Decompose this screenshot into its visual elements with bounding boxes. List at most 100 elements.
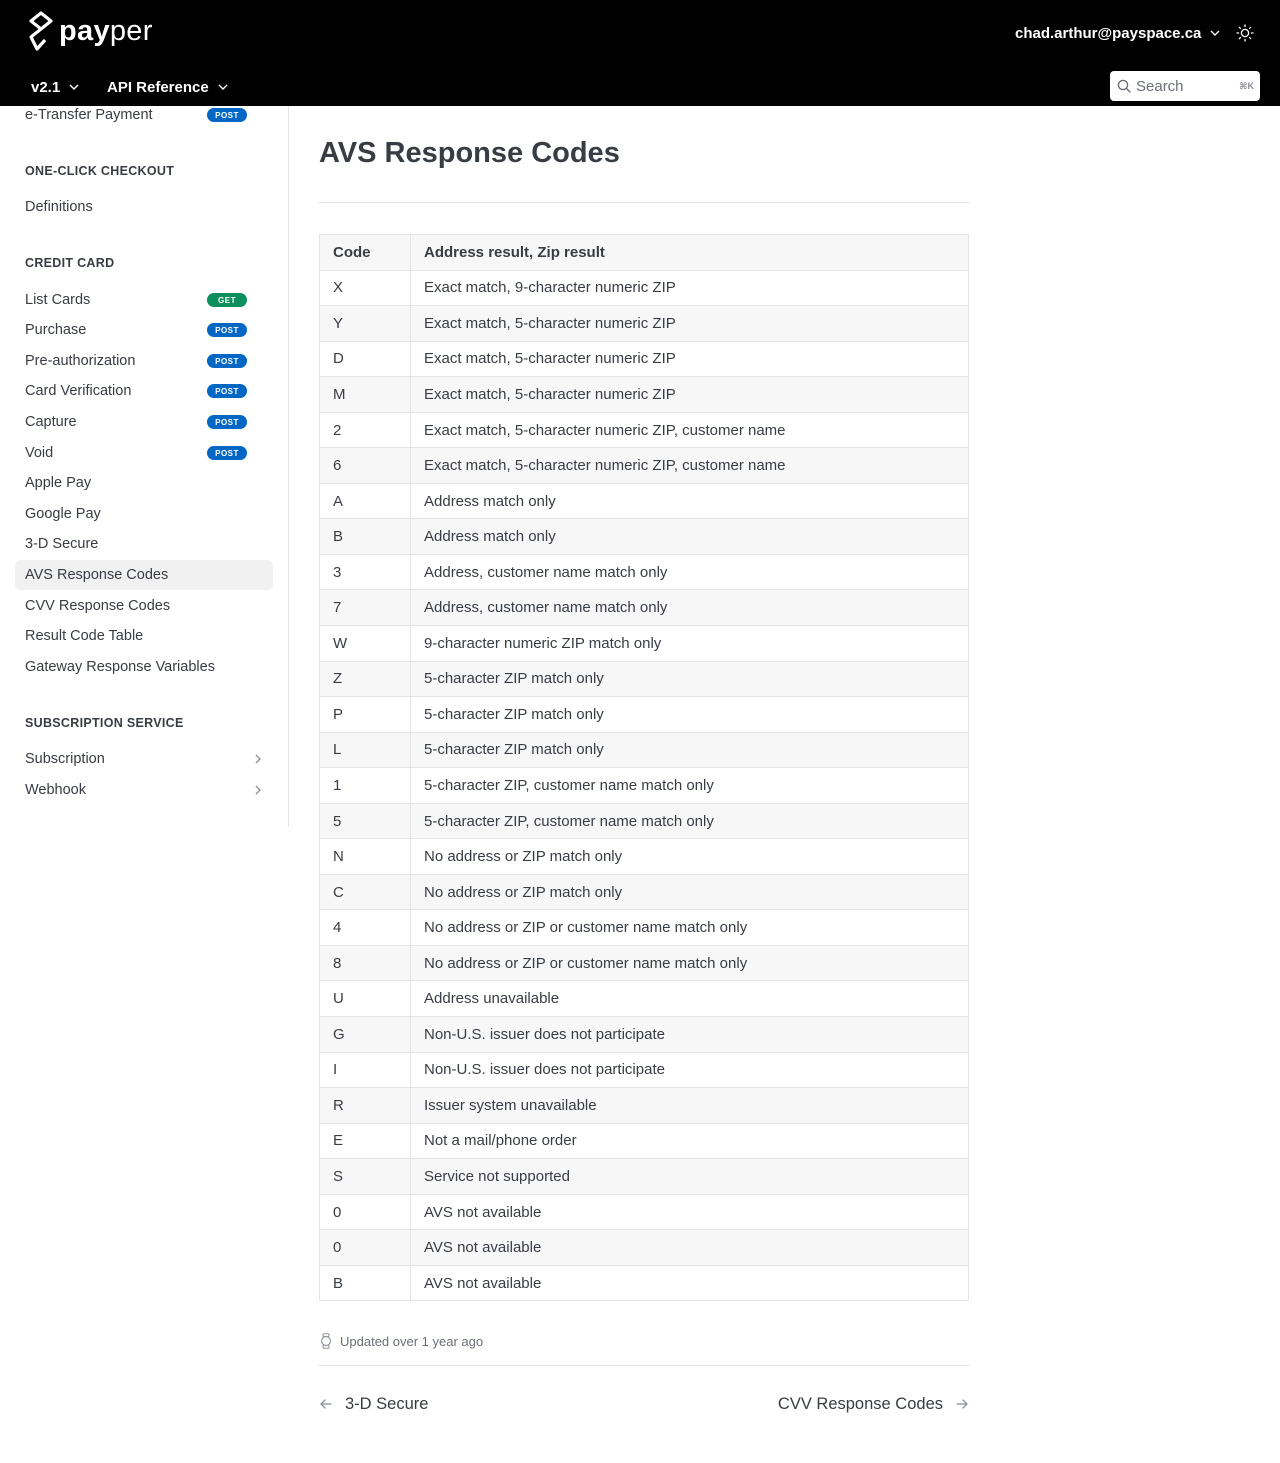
chevron-down-icon bbox=[69, 84, 79, 90]
brand-logo[interactable]: payper bbox=[25, 10, 153, 52]
search-box[interactable]: ⌘K bbox=[1110, 71, 1260, 101]
result-cell: 5-character ZIP match only bbox=[410, 660, 969, 698]
arrow-right-icon bbox=[956, 1399, 968, 1409]
last-updated: Updated over 1 year ago bbox=[319, 1333, 483, 1349]
result-cell: 5-character ZIP, customer name match onl… bbox=[410, 802, 969, 840]
footer-divider bbox=[319, 1365, 969, 1366]
sidebar-item-purchase[interactable]: Purchase POST bbox=[15, 315, 273, 345]
sidebar-item-capture[interactable]: Capture POST bbox=[15, 407, 273, 437]
sun-icon[interactable] bbox=[1236, 24, 1254, 42]
table-row: S Service not supported bbox=[319, 1158, 969, 1195]
code-cell: D bbox=[319, 340, 411, 378]
brand-name: payper bbox=[59, 14, 153, 47]
result-cell: No address or ZIP or customer name match… bbox=[410, 944, 969, 982]
api-reference-label: API Reference bbox=[107, 78, 209, 96]
table-row: L 5-character ZIP match only bbox=[319, 731, 969, 769]
code-cell: 5 bbox=[319, 802, 411, 840]
section-title-one-click-checkout: ONE-CLICK CHECKOUT bbox=[25, 164, 175, 178]
sidebar-item-label: CVV Response Codes bbox=[25, 598, 171, 614]
sidebar-nav: e-Transfer Payment POST ONE-CLICK CHECKO… bbox=[0, 106, 289, 827]
chevron-right-icon bbox=[255, 785, 261, 795]
sidebar-item-pre-authorization[interactable]: Pre-authorization POST bbox=[15, 346, 273, 376]
version-dropdown[interactable]: v2.1 bbox=[31, 76, 79, 98]
table-row: D Exact match, 5-character numeric ZIP bbox=[319, 340, 969, 378]
sidebar-item-e-transfer-payment[interactable]: e-Transfer Payment POST bbox=[15, 100, 273, 130]
sidebar-item-cvv-response-codes[interactable]: CVV Response Codes bbox=[15, 591, 273, 621]
code-cell: G bbox=[319, 1016, 411, 1053]
section-title-subscription-service: SUBSCRIPTION SERVICE bbox=[25, 716, 184, 730]
sidebar-item-apple-pay[interactable]: Apple Pay bbox=[15, 468, 273, 498]
code-cell: S bbox=[319, 1158, 411, 1195]
previous-page-link[interactable]: 3-D Secure bbox=[319, 1393, 428, 1415]
sidebar-item-result-code-table[interactable]: Result Code Table bbox=[15, 621, 273, 651]
result-cell: Exact match, 5-character numeric ZIP bbox=[410, 376, 969, 413]
sidebar-item-3-d-secure[interactable]: 3-D Secure bbox=[15, 529, 273, 559]
table-row: A Address match only bbox=[319, 482, 969, 520]
table-row: Z 5-character ZIP match only bbox=[319, 660, 969, 698]
sidebar-item-definitions[interactable]: Definitions bbox=[15, 192, 273, 222]
arrow-left-icon bbox=[320, 1399, 332, 1409]
code-cell: Z bbox=[319, 660, 411, 698]
sidebar-item-void[interactable]: Void POST bbox=[15, 438, 273, 468]
sidebar-item-card-verification[interactable]: Card Verification POST bbox=[15, 376, 273, 406]
sidebar-item-subscription[interactable]: Subscription bbox=[15, 744, 273, 774]
result-cell: Exact match, 5-character numeric ZIP, cu… bbox=[410, 411, 969, 449]
sidebar-item-webhook[interactable]: Webhook bbox=[15, 775, 273, 805]
table-row: X Exact match, 9-character numeric ZIP bbox=[319, 269, 969, 307]
previous-page-label: 3-D Secure bbox=[345, 1394, 429, 1413]
table-row: 1 5-character ZIP, customer name match on… bbox=[319, 767, 969, 804]
next-page-link[interactable]: CVV Response Codes bbox=[778, 1393, 969, 1415]
sidebar-item-label: Pre-authorization bbox=[25, 353, 136, 369]
sidebar-item-label: Result Code Table bbox=[25, 628, 144, 644]
column-header-code: Code bbox=[319, 234, 411, 271]
code-cell: 6 bbox=[319, 447, 411, 484]
sidebar-item-label: Apple Pay bbox=[25, 475, 92, 491]
code-cell: P bbox=[319, 696, 411, 733]
result-cell: No address or ZIP or customer name match… bbox=[410, 909, 969, 946]
result-cell: Service not supported bbox=[410, 1158, 969, 1195]
code-cell: C bbox=[319, 873, 411, 911]
column-header-result: Address result, Zip result bbox=[410, 234, 969, 271]
post-badge: POST bbox=[207, 323, 247, 337]
sidebar-item-google-pay[interactable]: Google Pay bbox=[15, 499, 273, 529]
code-cell: B bbox=[319, 1264, 411, 1302]
post-badge: POST bbox=[207, 108, 247, 122]
table-row: 7 Address, customer name match only bbox=[319, 589, 969, 627]
result-cell: 9-character numeric ZIP match only bbox=[410, 625, 969, 662]
result-cell: Exact match, 9-character numeric ZIP bbox=[410, 269, 969, 307]
result-cell: Non-U.S. issuer does not participate bbox=[410, 1051, 969, 1089]
page-title: AVS Response Codes bbox=[319, 137, 620, 169]
version-label: v2.1 bbox=[31, 78, 61, 96]
result-cell: Address match only bbox=[410, 518, 969, 555]
result-cell: Address unavailable bbox=[410, 980, 969, 1018]
avs-codes-table: Code Address result, Zip result X Exact m… bbox=[319, 234, 969, 1302]
get-badge: GET bbox=[207, 293, 247, 307]
table-row: B Address match only bbox=[319, 518, 969, 555]
sidebar-item-label: AVS Response Codes bbox=[25, 567, 169, 583]
user-menu[interactable]: chad.arthur@payspace.ca bbox=[1015, 22, 1220, 44]
search-icon bbox=[1117, 79, 1131, 93]
sidebar-item-list-cards[interactable]: List Cards GET bbox=[15, 285, 273, 315]
sidebar-item-gateway-response-variables[interactable]: Gateway Response Variables bbox=[15, 652, 273, 682]
table-row: I Non-U.S. issuer does not participate bbox=[319, 1051, 969, 1089]
result-cell: Not a mail/phone order bbox=[410, 1122, 969, 1160]
result-cell: 5-character ZIP match only bbox=[410, 696, 969, 733]
chevron-down-icon bbox=[218, 84, 228, 90]
code-cell: 0 bbox=[319, 1229, 411, 1266]
code-cell: 3 bbox=[319, 553, 411, 591]
api-reference-dropdown[interactable]: API Reference bbox=[107, 76, 228, 98]
table-row: N No address or ZIP match only bbox=[319, 838, 969, 875]
code-cell: 7 bbox=[319, 589, 411, 627]
sidebar-item-label: Google Pay bbox=[25, 506, 101, 522]
result-cell: Exact match, 5-character numeric ZIP, cu… bbox=[410, 447, 969, 484]
code-cell: I bbox=[319, 1051, 411, 1089]
sidebar-item-label: Subscription bbox=[25, 751, 105, 767]
user-email: chad.arthur@payspace.ca bbox=[1015, 24, 1202, 42]
table-row: R Issuer system unavailable bbox=[319, 1087, 969, 1124]
result-cell: 5-character ZIP, customer name match onl… bbox=[410, 767, 969, 804]
sidebar-item-label: Void bbox=[25, 445, 54, 461]
search-input[interactable] bbox=[1136, 77, 1232, 95]
sidebar-item-label: Definitions bbox=[25, 199, 93, 215]
code-cell: R bbox=[319, 1087, 411, 1124]
sidebar-item-avs-response-codes[interactable]: AVS Response Codes bbox=[15, 560, 273, 590]
